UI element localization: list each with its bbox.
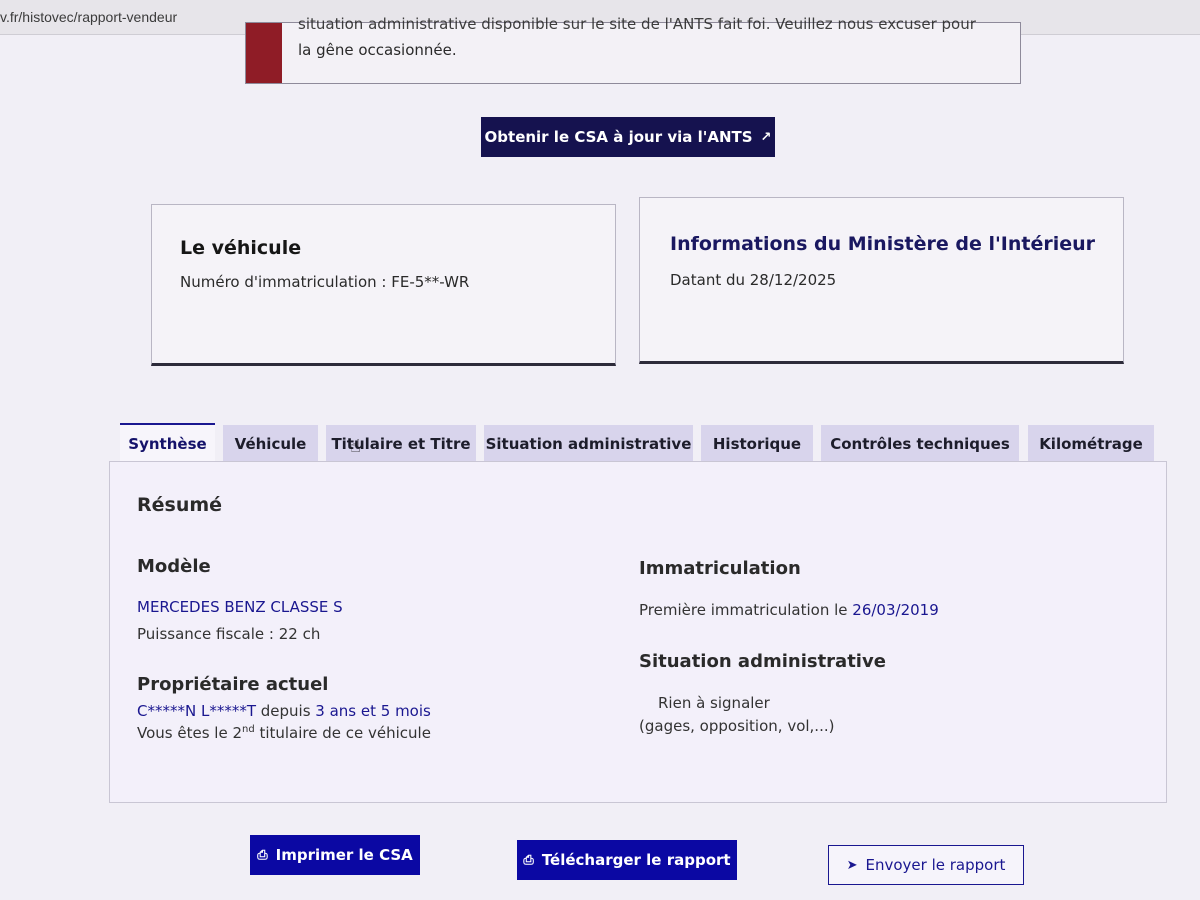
download-report-button[interactable]: ⎙ Télécharger le rapport [517,840,737,880]
owner-name: C*****N L*****T [137,702,256,720]
ministry-card: Informations du Ministère de l'Intérieur… [639,197,1124,364]
owner-rank-suffix: titulaire de ce véhicule [254,724,431,742]
summary-panel: Résumé Modèle MERCEDES BENZ CLASSE S Pui… [109,461,1167,803]
send-report-button[interactable]: ➤ Envoyer le rapport [828,845,1024,885]
model-name: MERCEDES BENZ CLASSE S [137,598,343,616]
ministry-date: Datant du 28/12/2025 [670,271,837,289]
print-label: Imprimer le CSA [275,846,413,864]
tab-situation-administrative[interactable]: Situation administrative [484,425,693,462]
vehicle-card-title: Le véhicule [180,237,302,259]
summary-title: Résumé [137,494,223,516]
first-registration-label: Première immatriculation le [639,601,853,619]
printer-icon: ⎙ [257,847,268,863]
tab-vehicule[interactable]: Véhicule [223,425,318,462]
tab-synthese[interactable]: Synthèse [120,423,215,463]
download-label: Télécharger le rapport [541,851,731,869]
hand-cursor-icon: ☝ [350,436,361,457]
owner-heading: Propriétaire actuel [137,674,329,695]
model-heading: Modèle [137,556,211,577]
owner-rank-prefix: Vous êtes le 2 [137,724,242,742]
ministry-card-title: Informations du Ministère de l'Intérieur [670,233,1096,255]
owner-rank-sup: nd [242,724,255,735]
fiscal-power: Puissance fiscale : 22 ch [137,625,321,643]
admin-heading: Situation administrative [639,651,886,672]
owner-since-prefix: depuis [255,702,316,720]
tab-titulaire[interactable]: Titulaire et Titre [326,425,476,462]
tab-controles-techniques[interactable]: Contrôles techniques [821,425,1019,462]
ants-csa-button[interactable]: Obtenir le CSA à jour via l'ANTS ↗ [481,117,775,157]
alert-accent-bar [246,23,282,83]
registration-heading: Immatriculation [639,558,801,579]
owner-rank: Vous êtes le 2nd titulaire de ce véhicul… [137,724,431,742]
alert-message: situation administrative disponible sur … [298,15,998,63]
alert-line-1: situation administrative disponible sur … [298,15,976,33]
printer-icon: ⎙ [523,852,534,868]
tab-historique[interactable]: Historique [701,425,813,462]
owner-since: 3 ans et 5 mois [315,702,431,720]
vehicle-card: Le véhicule Numéro d'immatriculation : F… [151,204,616,366]
first-registration: Première immatriculation le 26/03/2019 [639,601,939,619]
external-link-icon: ↗ [760,129,772,145]
alert-box: situation administrative disponible sur … [245,15,1021,84]
alert-line-2: la gêne occasionnée. [298,41,457,59]
url-text[interactable]: v.fr/histovec/rapport-vendeur [0,9,177,25]
admin-detail: (gages, opposition, vol,...) [639,717,835,735]
send-label: Envoyer le rapport [865,856,1006,874]
ants-button-label: Obtenir le CSA à jour via l'ANTS [484,128,753,146]
admin-status: Rien à signaler [658,694,770,712]
send-icon: ➤ [846,857,858,873]
owner-line: C*****N L*****T depuis 3 ans et 5 mois [137,702,431,720]
first-registration-date: 26/03/2019 [852,601,939,619]
plate-number: Numéro d'immatriculation : FE-5**-WR [180,273,470,291]
tab-kilometrage[interactable]: Kilométrage [1028,425,1154,462]
print-csa-button[interactable]: ⎙ Imprimer le CSA [250,835,420,875]
